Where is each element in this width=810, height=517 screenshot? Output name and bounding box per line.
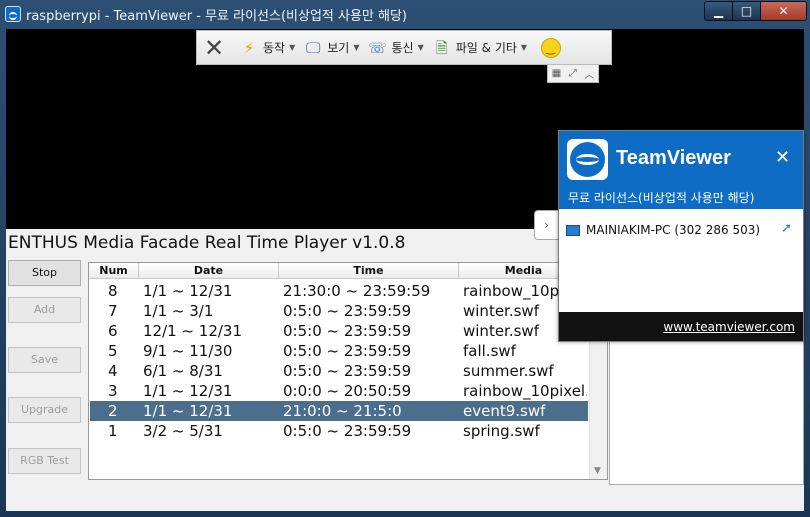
- cell-date: 1/1 ~ 12/31: [143, 282, 233, 300]
- cell-media: spring.swf: [463, 422, 540, 440]
- close-window-button[interactable]: ✕: [761, 2, 806, 20]
- right-panel: [609, 339, 804, 485]
- column-header-time[interactable]: Time: [279, 263, 459, 279]
- save-button[interactable]: Save: [8, 347, 81, 373]
- cell-num: 2: [108, 402, 118, 420]
- cell-date: 6/1 ~ 8/31: [143, 362, 223, 380]
- chevron-down-icon: ▼: [289, 43, 296, 52]
- cell-media: event9.swf: [463, 402, 546, 420]
- table-row[interactable]: 8 1/1 ~ 12/31 21:30:0 ~ 23:59:59 rainbow…: [90, 281, 588, 301]
- close-session-icon[interactable]: ✕: [197, 33, 231, 63]
- cell-num: 5: [108, 342, 118, 360]
- table-row[interactable]: 1 3/2 ~ 5/31 0:5:0 ~ 23:59:59 spring.swf: [90, 421, 588, 441]
- table-row[interactable]: 4 6/1 ~ 8/31 0:5:0 ~ 23:59:59 summer.swf: [90, 361, 588, 381]
- cell-time: 0:5:0 ~ 23:59:59: [283, 362, 412, 380]
- cell-time: 0:5:0 ~ 23:59:59: [283, 302, 412, 320]
- teamviewer-window: raspberrypi - TeamViewer - 무료 라이선스(비상업적 …: [0, 0, 810, 517]
- popup-brand: TeamViewer: [616, 147, 731, 169]
- expand-panel-icon[interactable]: ›: [534, 210, 558, 240]
- cell-media: rainbow_10pixel.: [463, 382, 587, 400]
- cell-time: 0:5:0 ~ 23:59:59: [283, 322, 412, 340]
- cell-date: 3/2 ~ 5/31: [143, 422, 223, 440]
- toolbar-view-label: 보기: [327, 41, 350, 55]
- toolbar-view-menu[interactable]: 🖵 보기 ▼: [303, 38, 359, 58]
- grid-icon[interactable]: ▦: [552, 68, 561, 79]
- popup-close-icon[interactable]: ✕: [775, 147, 790, 168]
- lightning-icon: ⚡: [243, 38, 255, 57]
- toolbar-actions-label: 동작: [263, 41, 286, 55]
- cell-num: 1: [108, 422, 118, 440]
- cell-time: 0:5:0 ~ 23:59:59: [283, 342, 412, 360]
- cell-time: 0:5:0 ~ 23:59:59: [283, 422, 412, 440]
- phone-chat-icon: ☏: [368, 38, 387, 57]
- title-bar[interactable]: raspberrypi - TeamViewer - 무료 라이선스(비상업적 …: [0, 0, 810, 28]
- window-title: raspberrypi - TeamViewer - 무료 라이선스(비상업적 …: [26, 9, 408, 24]
- cell-time: 0:0:0 ~ 20:50:59: [283, 382, 412, 400]
- remote-toolbar: ✕ ⚡ 동작 ▼ 🖵 보기 ▼ ☏ 통신 ▼ 🗎 파일 & 기타 ▼: [196, 30, 612, 65]
- popup-header: TeamViewer ✕ 무료 라이선스(비상업적 사용만 해당): [559, 131, 803, 209]
- upgrade-button[interactable]: Upgrade: [8, 397, 81, 423]
- cell-date: 1/1 ~ 3/1: [143, 302, 214, 320]
- session-entry[interactable]: MAINIAKIM-PC (302 286 503): [566, 223, 760, 237]
- computer-icon: [566, 224, 580, 236]
- cell-date: 12/1 ~ 12/31: [143, 322, 243, 340]
- file-transfer-icon: 🗎: [435, 38, 448, 57]
- cell-date: 1/1 ~ 12/31: [143, 402, 233, 420]
- cell-media: summer.swf: [463, 362, 554, 380]
- cell-time: 21:0:0 ~ 21:5:0: [283, 402, 402, 420]
- smiley-icon[interactable]: [541, 37, 562, 58]
- chevron-down-icon: ▼: [353, 43, 360, 52]
- session-label: MAINIAKIM-PC (302 286 503): [586, 223, 761, 237]
- teamviewer-session-popup: TeamViewer ✕ 무료 라이선스(비상업적 사용만 해당) MAINIA…: [558, 130, 804, 342]
- teamviewer-app-icon: [5, 6, 21, 22]
- cell-num: 4: [108, 362, 118, 380]
- cell-num: 7: [108, 302, 118, 320]
- table-row[interactable]: 5 9/1 ~ 11/30 0:5:0 ~ 23:59:59 fall.swf: [90, 341, 588, 361]
- table-row[interactable]: 6 12/1 ~ 12/31 0:5:0 ~ 23:59:59 winter.s…: [90, 321, 588, 341]
- maximize-button[interactable]: □: [733, 2, 761, 20]
- app-title: ENTHUS Media Facade Real Time Player v1.…: [8, 233, 406, 253]
- table-row[interactable]: 7 1/1 ~ 3/1 0:5:0 ~ 23:59:59 winter.swf: [90, 301, 588, 321]
- table-row-selected[interactable]: 2 1/1 ~ 12/31 21:0:0 ~ 21:5:0 event9.swf: [90, 401, 588, 421]
- toolbar-files-label: 파일 & 기타: [455, 41, 517, 55]
- window-controls: ▁ □ ✕: [704, 1, 807, 21]
- scroll-down-icon[interactable]: ▼: [594, 466, 601, 476]
- column-header-date[interactable]: Date: [139, 263, 279, 279]
- schedule-list[interactable]: Num Date Time Media 8 1/1 ~ 12/31 21:30:…: [88, 262, 608, 480]
- column-header-num[interactable]: Num: [89, 263, 139, 279]
- toolbar-files-menu[interactable]: 🗎 파일 & 기타 ▼: [432, 38, 527, 58]
- cell-num: 8: [108, 282, 118, 300]
- monitor-view-icon: 🖵: [306, 38, 321, 57]
- cell-num: 6: [108, 322, 118, 340]
- chevron-down-icon: ▼: [417, 43, 424, 52]
- cell-time: 21:30:0 ~ 23:59:59: [283, 282, 431, 300]
- fullscreen-icon[interactable]: ⤢: [569, 68, 577, 79]
- cell-media: fall.swf: [463, 342, 516, 360]
- rgb-test-button[interactable]: RGB Test: [8, 448, 81, 474]
- teamviewer-logo-icon: [567, 139, 608, 180]
- toolbar-actions-menu[interactable]: ⚡ 동작 ▼: [239, 38, 296, 58]
- chevron-down-icon: ▼: [520, 43, 528, 52]
- teamviewer-link[interactable]: www.teamviewer.com: [663, 320, 795, 334]
- stop-button[interactable]: Stop: [8, 260, 81, 286]
- license-text: 무료 라이선스(비상업적 사용만 해당): [568, 191, 755, 205]
- toolbar-subbar: ▦ ⤢ ︿: [547, 65, 599, 83]
- popup-footer: www.teamviewer.com: [559, 312, 803, 341]
- table-row[interactable]: 3 1/1 ~ 12/31 0:0:0 ~ 20:50:59 rainbow_1…: [90, 381, 588, 401]
- add-button[interactable]: Add: [8, 297, 81, 323]
- collapse-icon[interactable]: ︿: [584, 66, 594, 81]
- toolbar-communicate-menu[interactable]: ☏ 통신 ▼: [368, 38, 424, 58]
- cell-date: 1/1 ~ 12/31: [143, 382, 233, 400]
- pin-icon[interactable]: ➚: [781, 221, 792, 236]
- minimize-button[interactable]: ▁: [705, 2, 733, 20]
- cell-num: 3: [108, 382, 118, 400]
- toolbar-communicate-label: 통신: [391, 41, 414, 55]
- cell-date: 9/1 ~ 11/30: [143, 342, 233, 360]
